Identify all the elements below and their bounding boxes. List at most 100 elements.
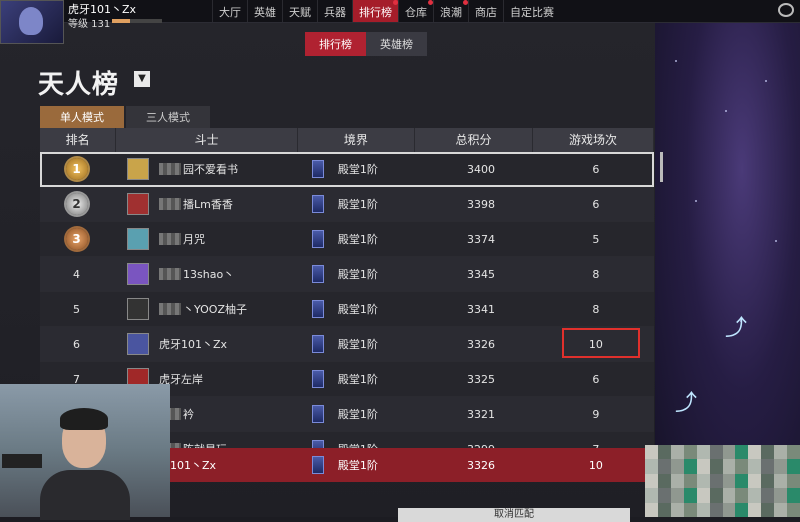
row-rank: 1 — [40, 158, 113, 180]
realm-badge-icon — [311, 195, 324, 213]
nav-storage-label: 仓库 — [405, 6, 427, 19]
tab-solo-mode[interactable]: 单人模式 — [40, 106, 124, 128]
nav-shop[interactable]: 商店 — [468, 0, 503, 22]
row-realm: 殿堂1阶 — [288, 405, 424, 423]
header-score[interactable]: 总积分 — [415, 128, 533, 152]
table-row[interactable]: 3 月咒 殿堂1阶 3374 5 — [40, 222, 654, 257]
cancel-match-button[interactable]: 取消匹配 — [398, 508, 630, 522]
realm-label: 殿堂1阶 — [337, 373, 378, 386]
self-games: 10 — [588, 458, 603, 472]
header-games[interactable]: 游戏场次 — [533, 128, 654, 152]
table-row[interactable]: 5 丶YOOZ柚子 殿堂1阶 3341 8 — [40, 292, 654, 327]
realm-label: 殿堂1阶 — [337, 198, 378, 211]
row-rank: 6 — [73, 337, 81, 351]
player-name: 月咒 — [183, 233, 206, 246]
table-row[interactable]: 2 播Lm香香 殿堂1阶 3398 6 — [40, 187, 654, 222]
player-avatar-icon[interactable] — [127, 333, 150, 355]
player-avatar-icon[interactable] — [127, 263, 150, 285]
row-games: 5 — [592, 232, 600, 246]
censored-text — [159, 198, 182, 210]
player-avatar-icon[interactable] — [127, 298, 150, 320]
realm-label: 殿堂1阶 — [337, 303, 378, 316]
gold-medal-icon: 1 — [65, 158, 88, 180]
player-avatar-icon[interactable] — [127, 193, 150, 215]
starry-backdrop: ⤴ ⤴ — [655, 20, 800, 517]
row-realm: 殿堂1阶 — [288, 265, 424, 283]
censored-text — [159, 233, 182, 245]
realm-label: 殿堂1阶 — [337, 163, 378, 176]
nav-custom-match[interactable]: 自定比赛 — [503, 0, 560, 22]
main-nav: 大厅 英雄 天赋 兵器 排行榜 仓库 浪潮 商店 自定比赛 — [212, 0, 560, 22]
webcam-overlay — [0, 384, 170, 520]
row-score: 3341 — [467, 302, 496, 316]
nav-storage[interactable]: 仓库 — [398, 0, 433, 22]
table-row[interactable]: 1 园不爱看书 殿堂1阶 3400 6 — [40, 152, 654, 187]
row-score: 3400 — [467, 162, 496, 176]
sub-tabs: 排行榜 英雄榜 — [305, 32, 427, 56]
highlight-box — [562, 328, 640, 358]
player-avatar-icon[interactable] — [127, 228, 150, 250]
row-realm: 殿堂1阶 — [288, 370, 424, 388]
realm-label: 殿堂1阶 — [337, 233, 378, 246]
realm-badge-icon — [311, 370, 324, 388]
row-games: 6 — [592, 372, 600, 386]
header-fighter[interactable]: 斗士 — [116, 128, 298, 152]
row-realm: 殿堂1阶 — [288, 230, 424, 248]
row-score: 3374 — [467, 232, 496, 246]
page-title: 天人榜 — [38, 70, 120, 100]
player-name: 丶YOOZ柚子 — [183, 303, 248, 316]
row-rank: 4 — [73, 267, 81, 281]
row-rank: 3 — [40, 228, 113, 250]
self-score: 3326 — [467, 458, 496, 472]
player-name: 虎牙101丶Zx — [159, 338, 228, 351]
realm-label: 殿堂1阶 — [337, 408, 378, 421]
realm-badge-icon — [311, 456, 324, 474]
realm-badge-icon — [311, 265, 324, 283]
row-rank: 2 — [40, 193, 113, 215]
nav-wave[interactable]: 浪潮 — [433, 0, 468, 22]
player-name: 衿 — [183, 408, 195, 421]
row-score: 3398 — [467, 197, 496, 211]
row-score: 3321 — [467, 407, 496, 421]
bird-icon: ⤴ — [675, 391, 698, 416]
player-avatar[interactable] — [0, 0, 64, 44]
censored-text — [159, 163, 182, 175]
row-rank: 5 — [73, 302, 81, 316]
player-avatar-icon[interactable] — [127, 158, 150, 180]
row-games: 6 — [592, 162, 600, 176]
row-realm: 殿堂1阶 — [288, 195, 424, 213]
row-games: 8 — [592, 267, 600, 281]
tab-leaderboard[interactable]: 排行榜 — [305, 32, 366, 56]
eye-icon[interactable] — [778, 3, 794, 17]
realm-badge-icon — [311, 300, 324, 318]
nav-wave-label: 浪潮 — [440, 6, 462, 19]
nav-heroes[interactable]: 英雄 — [247, 0, 282, 22]
table-header: 排名 斗士 境界 总积分 游戏场次 — [40, 128, 654, 152]
tab-hero-ranking[interactable]: 英雄榜 — [366, 32, 427, 56]
censored-text — [159, 268, 182, 280]
tab-trio-mode[interactable]: 三人模式 — [126, 106, 210, 128]
self-realm-label: 殿堂1阶 — [337, 459, 378, 472]
nav-leaderboard-label: 排行榜 — [359, 6, 392, 19]
nav-leaderboard[interactable]: 排行榜 — [352, 0, 398, 22]
scrollbar[interactable] — [660, 152, 663, 182]
xp-bar — [112, 19, 162, 23]
row-realm: 殿堂1阶 — [288, 160, 424, 178]
bird-icon: ⤴ — [725, 316, 748, 341]
row-score: 3326 — [467, 337, 496, 351]
table-row[interactable]: 4 13shao丶 殿堂1阶 3345 8 — [40, 257, 654, 292]
row-player: 园不爱看书 — [113, 158, 288, 180]
row-realm: 殿堂1阶 — [288, 335, 424, 353]
realm-badge-icon — [311, 405, 324, 423]
row-player: 丶YOOZ柚子 — [113, 298, 288, 320]
nav-weapons[interactable]: 兵器 — [317, 0, 352, 22]
header-rank[interactable]: 排名 — [40, 128, 117, 152]
caret-down-icon[interactable]: ▼ — [134, 71, 150, 87]
silver-medal-icon: 2 — [65, 193, 88, 215]
header-realm[interactable]: 境界 — [298, 128, 415, 152]
realm-badge-icon — [311, 230, 324, 248]
nav-lobby[interactable]: 大厅 — [212, 0, 247, 22]
microphone-icon — [2, 454, 42, 468]
nav-talents[interactable]: 天赋 — [282, 0, 317, 22]
bronze-medal-icon: 3 — [65, 228, 88, 250]
